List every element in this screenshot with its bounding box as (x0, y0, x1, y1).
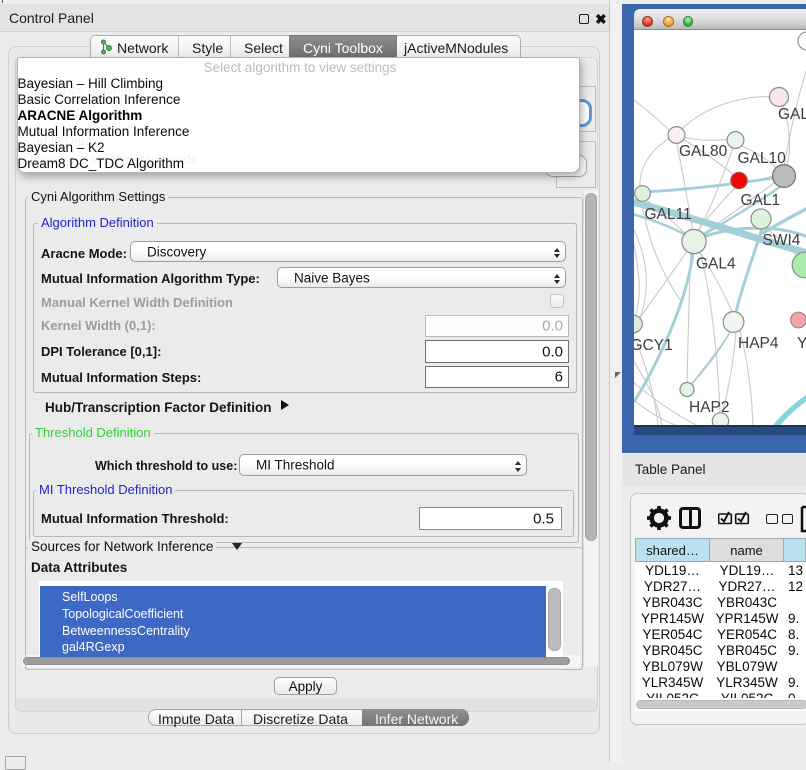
svg-text:GAL: GAL (778, 106, 806, 123)
svg-text:GAL11: GAL11 (645, 206, 692, 223)
svg-text:HAP2: HAP2 (689, 399, 730, 416)
svg-text:GAL10: GAL10 (738, 150, 787, 167)
svg-text:GAL80: GAL80 (679, 143, 728, 160)
svg-text:HAP4: HAP4 (738, 335, 779, 352)
svg-text:SWI4: SWI4 (763, 232, 801, 249)
svg-text:GCY1: GCY1 (634, 337, 673, 354)
svg-text:Y: Y (797, 335, 806, 352)
svg-text:GAL1: GAL1 (741, 192, 781, 209)
svg-text:GAL4: GAL4 (696, 256, 736, 273)
